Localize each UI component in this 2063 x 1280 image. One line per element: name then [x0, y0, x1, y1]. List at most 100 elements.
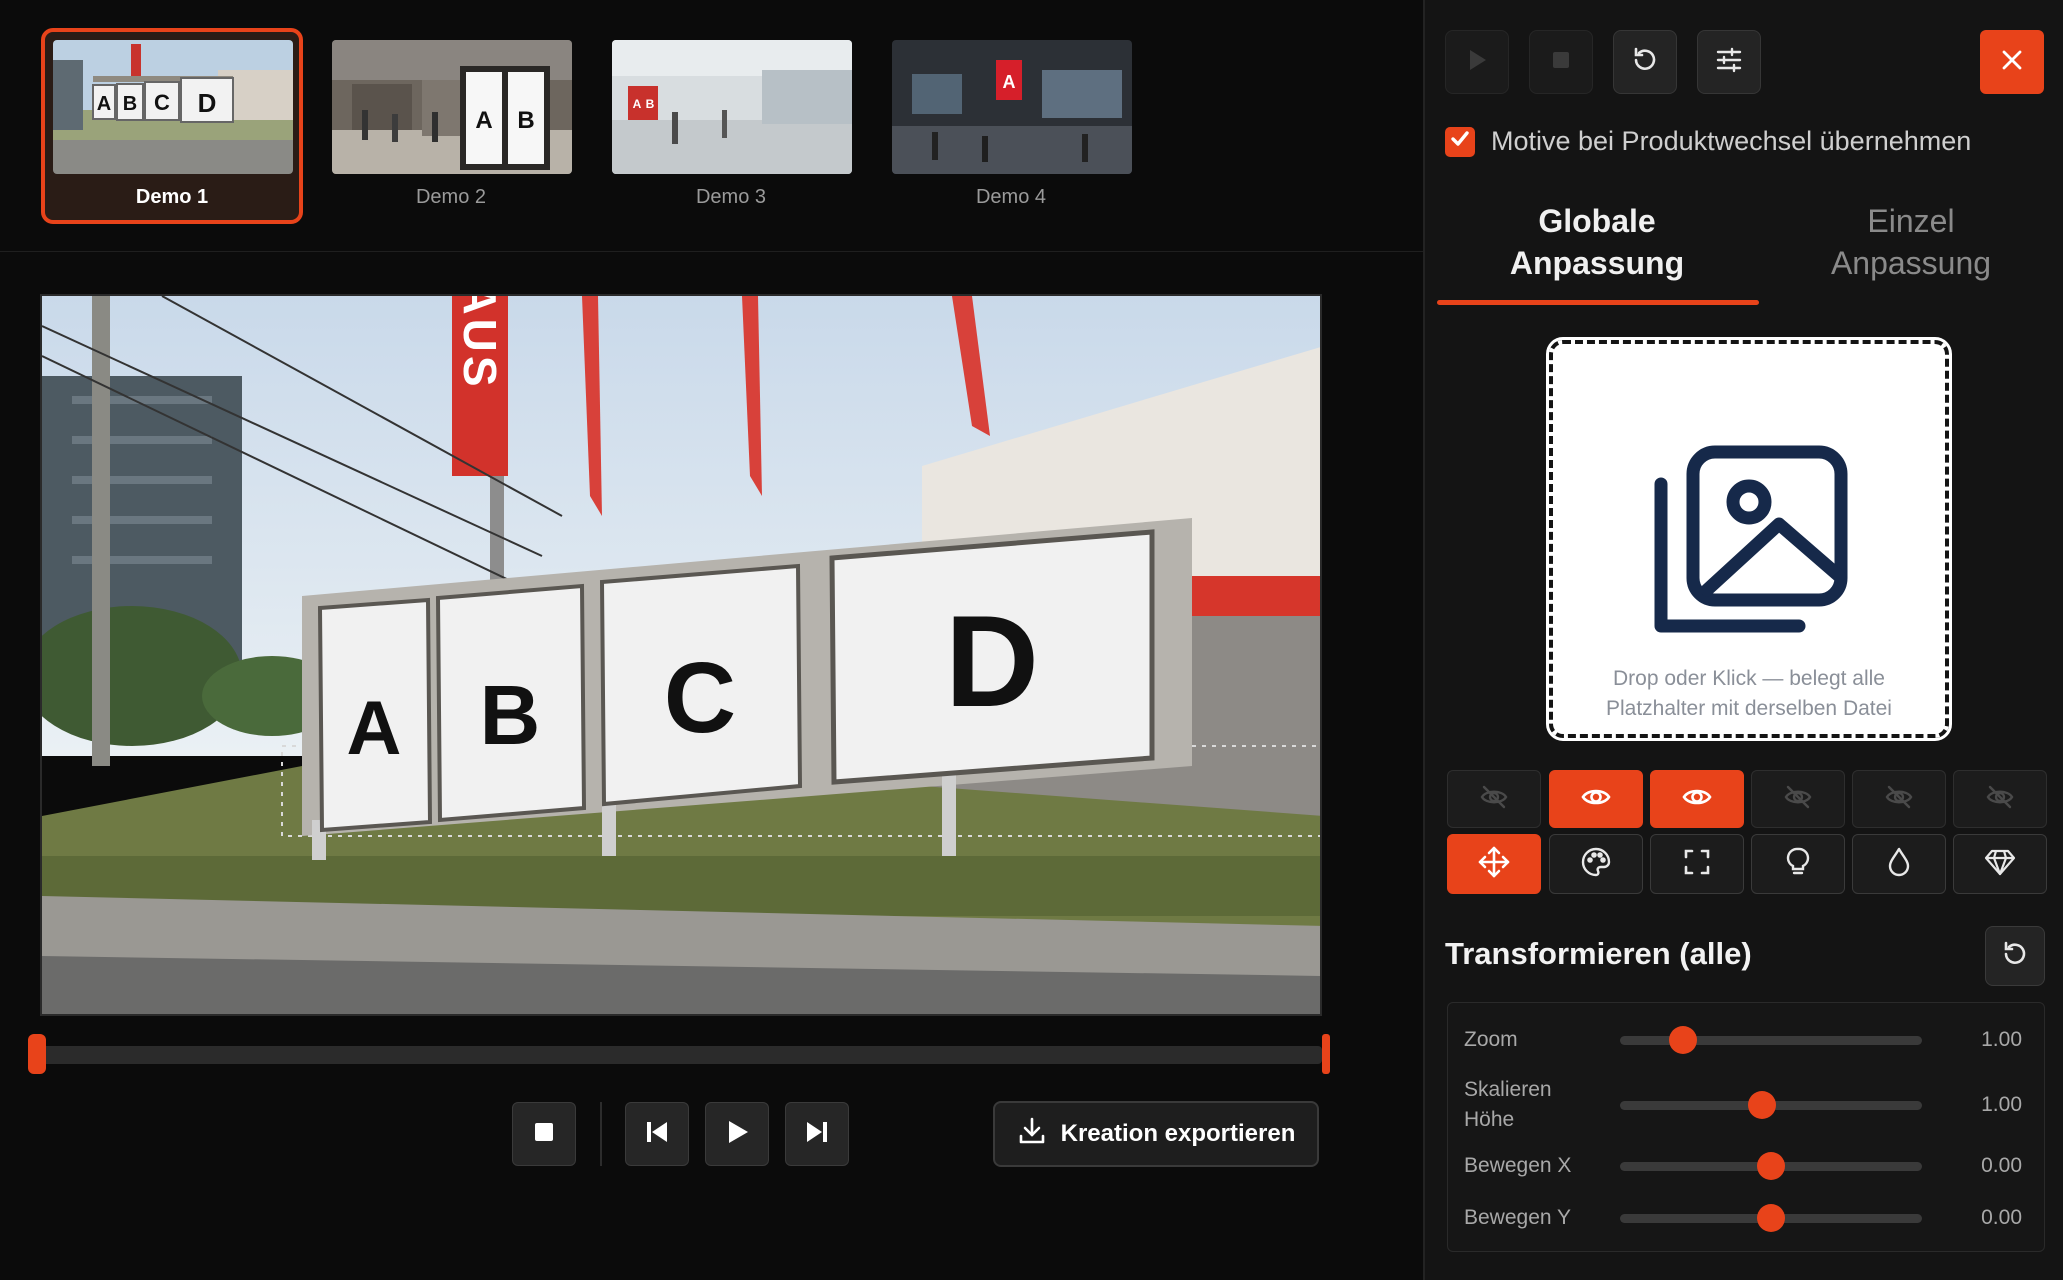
thumb-letter: D — [198, 88, 217, 118]
thumbnail-label: Demo 2 — [415, 186, 487, 208]
skip-forward-icon — [803, 1118, 831, 1151]
slider-thumb[interactable] — [1757, 1204, 1785, 1232]
visibility-toggle-3[interactable] — [1650, 770, 1744, 828]
active-tab-indicator — [1437, 300, 1759, 305]
adopt-motifs-checkbox[interactable] — [1445, 126, 1475, 157]
stop-icon — [533, 1121, 555, 1148]
thumb-letter: A — [475, 107, 492, 134]
move-y-slider[interactable] — [1620, 1204, 1922, 1232]
slider-label: Skalieren Höhe — [1464, 1078, 1552, 1131]
palette-icon — [1580, 846, 1612, 883]
settings-panel: Motive bei Produktwechsel übernehmen Glo… — [1423, 0, 2063, 1280]
close-button[interactable] — [1980, 30, 2044, 94]
light-tool-button[interactable] — [1751, 834, 1845, 894]
effects-tool-button[interactable] — [1953, 834, 2047, 894]
thumbnail-image: A B C D — [53, 40, 293, 174]
drop-icon — [1885, 846, 1913, 883]
pylon-sign-text: AUS — [454, 296, 506, 391]
slider-value: 0.00 — [1981, 1206, 2022, 1229]
panel-reset-button[interactable] — [1613, 30, 1677, 94]
timeline-track[interactable] — [28, 1034, 1330, 1074]
stop-button[interactable] — [512, 1102, 576, 1166]
thumbnail-demo-2[interactable]: A B Demo 2 — [320, 28, 582, 224]
tab-label-line: Anpassung — [1509, 245, 1685, 281]
thumbnail-demo-3[interactable]: A B Demo 3 — [600, 28, 862, 224]
thumb-letter: B — [646, 97, 655, 111]
diamond-icon — [1984, 847, 2016, 882]
transform-section-title: Transformieren (alle) — [1445, 936, 1752, 971]
zoom-slider[interactable] — [1620, 1026, 1922, 1054]
eye-off-icon — [1479, 782, 1509, 817]
panel-play-button[interactable] — [1445, 30, 1509, 94]
tab-single-adjustment[interactable]: Einzel Anpassung — [1751, 200, 2063, 284]
eye-off-icon — [1783, 782, 1813, 817]
thumbnail-demo-1[interactable]: A B C D Demo 1 — [41, 28, 303, 224]
lightbulb-icon — [1783, 846, 1813, 883]
tab-global-adjustment[interactable]: Globale Anpassung — [1437, 200, 1757, 284]
dropzone-hint: Drop oder Klick — belegt alle Platzhalte… — [1553, 664, 1945, 724]
opacity-tool-button[interactable] — [1852, 834, 1946, 894]
thumbnail-demo-4[interactable]: A Demo 4 — [880, 28, 1142, 224]
move-tool-button[interactable] — [1447, 834, 1541, 894]
eye-icon — [1681, 782, 1713, 817]
move-x-slider[interactable] — [1620, 1152, 1922, 1180]
slider-thumb[interactable] — [1747, 1091, 1776, 1119]
transform-sliders: Zoom 1.00 Skalieren Höhe 1.00 Bewegen X … — [1447, 1002, 2045, 1252]
adopt-motifs-checkbox-row[interactable]: Motive bei Produktwechsel übernehmen — [1445, 126, 1971, 157]
thumb-letter: A — [97, 93, 111, 115]
checkmark-icon — [1449, 128, 1471, 155]
thumb-letter: A — [633, 97, 642, 111]
thumb-letter: C — [154, 90, 170, 115]
tab-label-line: Einzel — [1867, 203, 1955, 239]
editor-area: A B C D Demo 1 A B Demo 2 A B Demo 3 A D… — [0, 0, 1423, 1280]
thumb-letter: B — [517, 107, 534, 134]
play-icon — [723, 1118, 751, 1151]
move-icon — [1477, 845, 1511, 884]
thumb-letter: A — [1003, 72, 1016, 92]
billboard-letter: C — [664, 642, 736, 754]
export-label: Kreation exportieren — [1060, 1120, 1296, 1147]
panel-stop-button[interactable] — [1529, 30, 1593, 94]
thumb-letter: B — [123, 93, 137, 115]
preview-stage[interactable]: AUS A B C D — [40, 294, 1322, 1016]
visibility-toggle-5[interactable] — [1852, 770, 1946, 828]
slider-label: Bewegen Y — [1464, 1206, 1572, 1229]
play-icon — [1464, 47, 1490, 78]
timeline-start-handle[interactable] — [28, 1034, 46, 1074]
reset-icon — [2000, 939, 2030, 974]
dropzone-hint-line: Platzhalter mit derselben Datei — [1606, 697, 1892, 720]
skip-back-button[interactable] — [625, 1102, 689, 1166]
slider-thumb[interactable] — [1669, 1026, 1698, 1054]
thumbnail-image: A — [892, 40, 1132, 174]
skip-back-icon — [643, 1118, 671, 1151]
timeline-end-handle[interactable] — [1322, 1034, 1330, 1074]
visibility-toggle-4[interactable] — [1751, 770, 1845, 828]
visibility-toggle-1[interactable] — [1447, 770, 1541, 828]
export-creation-button[interactable]: Kreation exportieren — [993, 1101, 1319, 1167]
tab-label-line: Globale — [1538, 203, 1656, 239]
slider-value: 0.00 — [1981, 1154, 2022, 1177]
transform-reset-button[interactable] — [1985, 926, 2045, 986]
thumbnail-image: A B — [332, 40, 572, 174]
panel-settings-button[interactable] — [1697, 30, 1761, 94]
visibility-toggle-6[interactable] — [1953, 770, 2047, 828]
slider-value: 1.00 — [1981, 1093, 2022, 1116]
slider-thumb[interactable] — [1757, 1152, 1785, 1180]
crop-tool-button[interactable] — [1650, 834, 1744, 894]
skip-forward-button[interactable] — [785, 1102, 849, 1166]
thumbnail-label: Demo 1 — [135, 186, 209, 208]
close-icon — [1999, 47, 2025, 78]
tab-label-line: Anpassung — [1830, 245, 1992, 281]
visibility-toggle-2[interactable] — [1549, 770, 1643, 828]
controls-divider — [600, 1102, 602, 1166]
eye-off-icon — [1884, 782, 1914, 817]
sliders-icon — [1714, 45, 1744, 80]
slider-value: 1.00 — [1981, 1028, 2022, 1051]
dropzone-hint-line: Drop oder Klick — belegt alle — [1613, 667, 1885, 690]
play-button[interactable] — [705, 1102, 769, 1166]
color-tool-button[interactable] — [1549, 834, 1643, 894]
image-dropzone[interactable]: Drop oder Klick — belegt alle Platzhalte… — [1546, 337, 1952, 741]
download-icon — [1017, 1116, 1047, 1153]
scale-height-slider[interactable] — [1620, 1091, 1922, 1119]
billboard-letter: B — [480, 668, 541, 762]
